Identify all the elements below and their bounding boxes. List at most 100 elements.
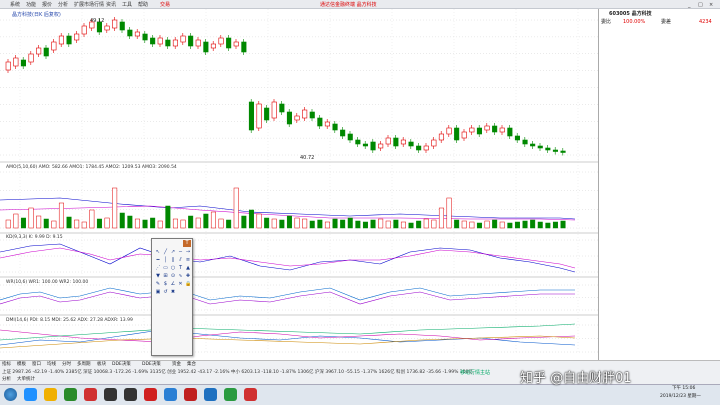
volume-bar: [5, 219, 11, 229]
menu-function[interactable]: 功能: [26, 2, 36, 8]
tool-channel-icon[interactable]: ⫽: [178, 257, 184, 263]
menu-trade[interactable]: 交易: [160, 2, 170, 8]
tool-pen-icon[interactable]: ✎: [155, 281, 161, 287]
volume-bar: [400, 221, 406, 229]
volume-bar: [514, 221, 520, 229]
candle-body: [347, 133, 353, 141]
candle-body: [279, 103, 285, 113]
tool-ellipse-icon[interactable]: ○: [170, 265, 176, 271]
kd-line: [0, 247, 576, 269]
menu-tools[interactable]: 工具: [122, 2, 132, 8]
bottom-tab[interactable]: 板块: [97, 362, 106, 368]
kline-chart[interactable]: 晶方科技(日K 后复权) 49.12 40.72 AMO(5,10,60) AM…: [0, 9, 598, 360]
candle-body: [492, 125, 498, 133]
bottom-tab[interactable]: 窗口: [32, 362, 41, 368]
candle-body: [385, 137, 391, 145]
bottom-tab[interactable]: 大单统计: [17, 377, 35, 383]
app-red3-icon[interactable]: [244, 388, 257, 401]
volume-bar: [188, 215, 194, 229]
bottom-tab[interactable]: DDE决策: [142, 362, 161, 368]
close-icon[interactable]: ×: [709, 2, 713, 8]
bottom-tab[interactable]: 分时: [62, 362, 71, 368]
tool-delete-icon[interactable]: ✕: [178, 281, 184, 287]
tool-fan-icon[interactable]: ⋰: [155, 265, 161, 271]
tool-save-icon[interactable]: ▣: [155, 289, 161, 295]
menu-system[interactable]: 系统: [10, 2, 20, 8]
volume-bar: [393, 219, 399, 229]
tool-price-icon[interactable]: $: [163, 281, 169, 287]
bottom-tab[interactable]: 模板: [17, 362, 26, 368]
tool-cursor-icon[interactable]: ↖: [155, 249, 161, 255]
tool-down-arrow-icon[interactable]: ▼: [155, 273, 161, 279]
menu-news[interactable]: 资讯: [106, 2, 116, 8]
tool-ray-icon[interactable]: ↗: [170, 249, 176, 255]
ie-icon[interactable]: [24, 388, 37, 401]
tool-lock-icon[interactable]: 🔒: [185, 281, 191, 287]
taskbar-date: 2019/12/23 星期一: [660, 394, 701, 399]
menu-help[interactable]: 帮助: [138, 2, 148, 8]
app-red-icon[interactable]: [84, 388, 97, 401]
minimize-icon[interactable]: _: [688, 2, 691, 8]
connection-status: 移动行情主站: [460, 370, 491, 376]
indicator4-label: DMI(14,6) PDI: 8.15 MDI: 25.62 ADX: 27.2…: [6, 317, 133, 323]
tool-v-line-icon[interactable]: │: [163, 257, 169, 263]
tool-mark-icon[interactable]: ✚: [185, 273, 191, 279]
tool-gann-icon[interactable]: ⊞: [163, 273, 169, 279]
candle-body: [264, 107, 270, 121]
tool-parallel-icon[interactable]: ∥: [170, 257, 176, 263]
oscillator-lines: [0, 243, 576, 349]
bottom-tab[interactable]: 均线: [47, 362, 56, 368]
tool-cycle-icon[interactable]: ⊙: [170, 273, 176, 279]
indicator1-label: AMO(5,10,60) AMO: 582.66 AMO1: 1784.45 A…: [6, 164, 177, 170]
tool-angle-icon[interactable]: ∠: [170, 281, 176, 287]
tool-arrow-icon[interactable]: →: [185, 249, 191, 255]
tool-fib-icon[interactable]: ≡: [185, 257, 191, 263]
bottom-tab[interactable]: 多周期: [77, 362, 91, 368]
tool-close-icon[interactable]: ✖: [170, 289, 176, 295]
volume-bar: [195, 217, 201, 229]
word-icon[interactable]: [204, 388, 217, 401]
tool-rect-icon[interactable]: ▭: [163, 265, 169, 271]
tool-line-icon[interactable]: ╱: [163, 249, 169, 255]
bottom-tab[interactable]: 分析: [2, 377, 11, 383]
candle-body: [286, 111, 293, 125]
maximize-icon[interactable]: □: [698, 2, 703, 8]
candle-body: [51, 41, 57, 51]
bottom-tab[interactable]: 集合: [187, 362, 196, 368]
watermark: 知乎 @自由财胖01: [520, 371, 632, 386]
app-red2-icon[interactable]: [144, 388, 157, 401]
menu-quote[interactable]: 报价: [42, 2, 52, 8]
tool-up-arrow-icon[interactable]: ▲: [185, 265, 191, 271]
candle-body: [484, 125, 490, 131]
kd-line: [0, 243, 576, 273]
volume-bar: [378, 218, 384, 229]
media-icon[interactable]: [64, 388, 77, 401]
volume-bar: [233, 187, 239, 229]
tool-segment-icon[interactable]: ─: [178, 249, 184, 255]
toolbox-close-icon[interactable]: T: [183, 240, 191, 247]
candle-body: [127, 29, 133, 37]
drawing-toolbox[interactable]: T ↖ ╱ ↗ ─ → ━ │ ∥ ⫽ ≡ ⋰ ▭ ○ T ▲ ▼ ⊞ ⊙ ∿ ✚ ✎ $ ∠ ✕ 🔒 ▣ ↺ ✖: [151, 238, 193, 356]
bottom-tab[interactable]: DDE决策: [112, 362, 131, 368]
tdx-icon[interactable]: [184, 388, 197, 401]
bottom-tab[interactable]: 指标: [2, 362, 11, 368]
start-button-icon[interactable]: [4, 388, 17, 401]
stock-title: 603005 晶方科技: [609, 11, 652, 17]
volume-bar: [340, 219, 346, 229]
tool-text-icon[interactable]: T: [178, 265, 184, 271]
qq2-icon[interactable]: [124, 388, 137, 401]
tool-wave-icon[interactable]: ∿: [178, 273, 184, 279]
tool-undo-icon[interactable]: ↺: [163, 289, 169, 295]
tool-h-line-icon[interactable]: ━: [155, 257, 161, 263]
bottom-tab[interactable]: 资金: [172, 362, 181, 368]
candle-body: [165, 39, 171, 47]
menu-ext-market[interactable]: 扩展市场行情: [74, 2, 104, 8]
app-blue-icon[interactable]: [164, 388, 177, 401]
folder-icon[interactable]: [44, 388, 57, 401]
candle-body: [43, 47, 49, 57]
wechat-icon[interactable]: [224, 388, 237, 401]
qq-icon[interactable]: [104, 388, 117, 401]
menu-analysis[interactable]: 分析: [58, 2, 68, 8]
candle-body: [188, 35, 194, 47]
candle-body: [5, 61, 11, 71]
